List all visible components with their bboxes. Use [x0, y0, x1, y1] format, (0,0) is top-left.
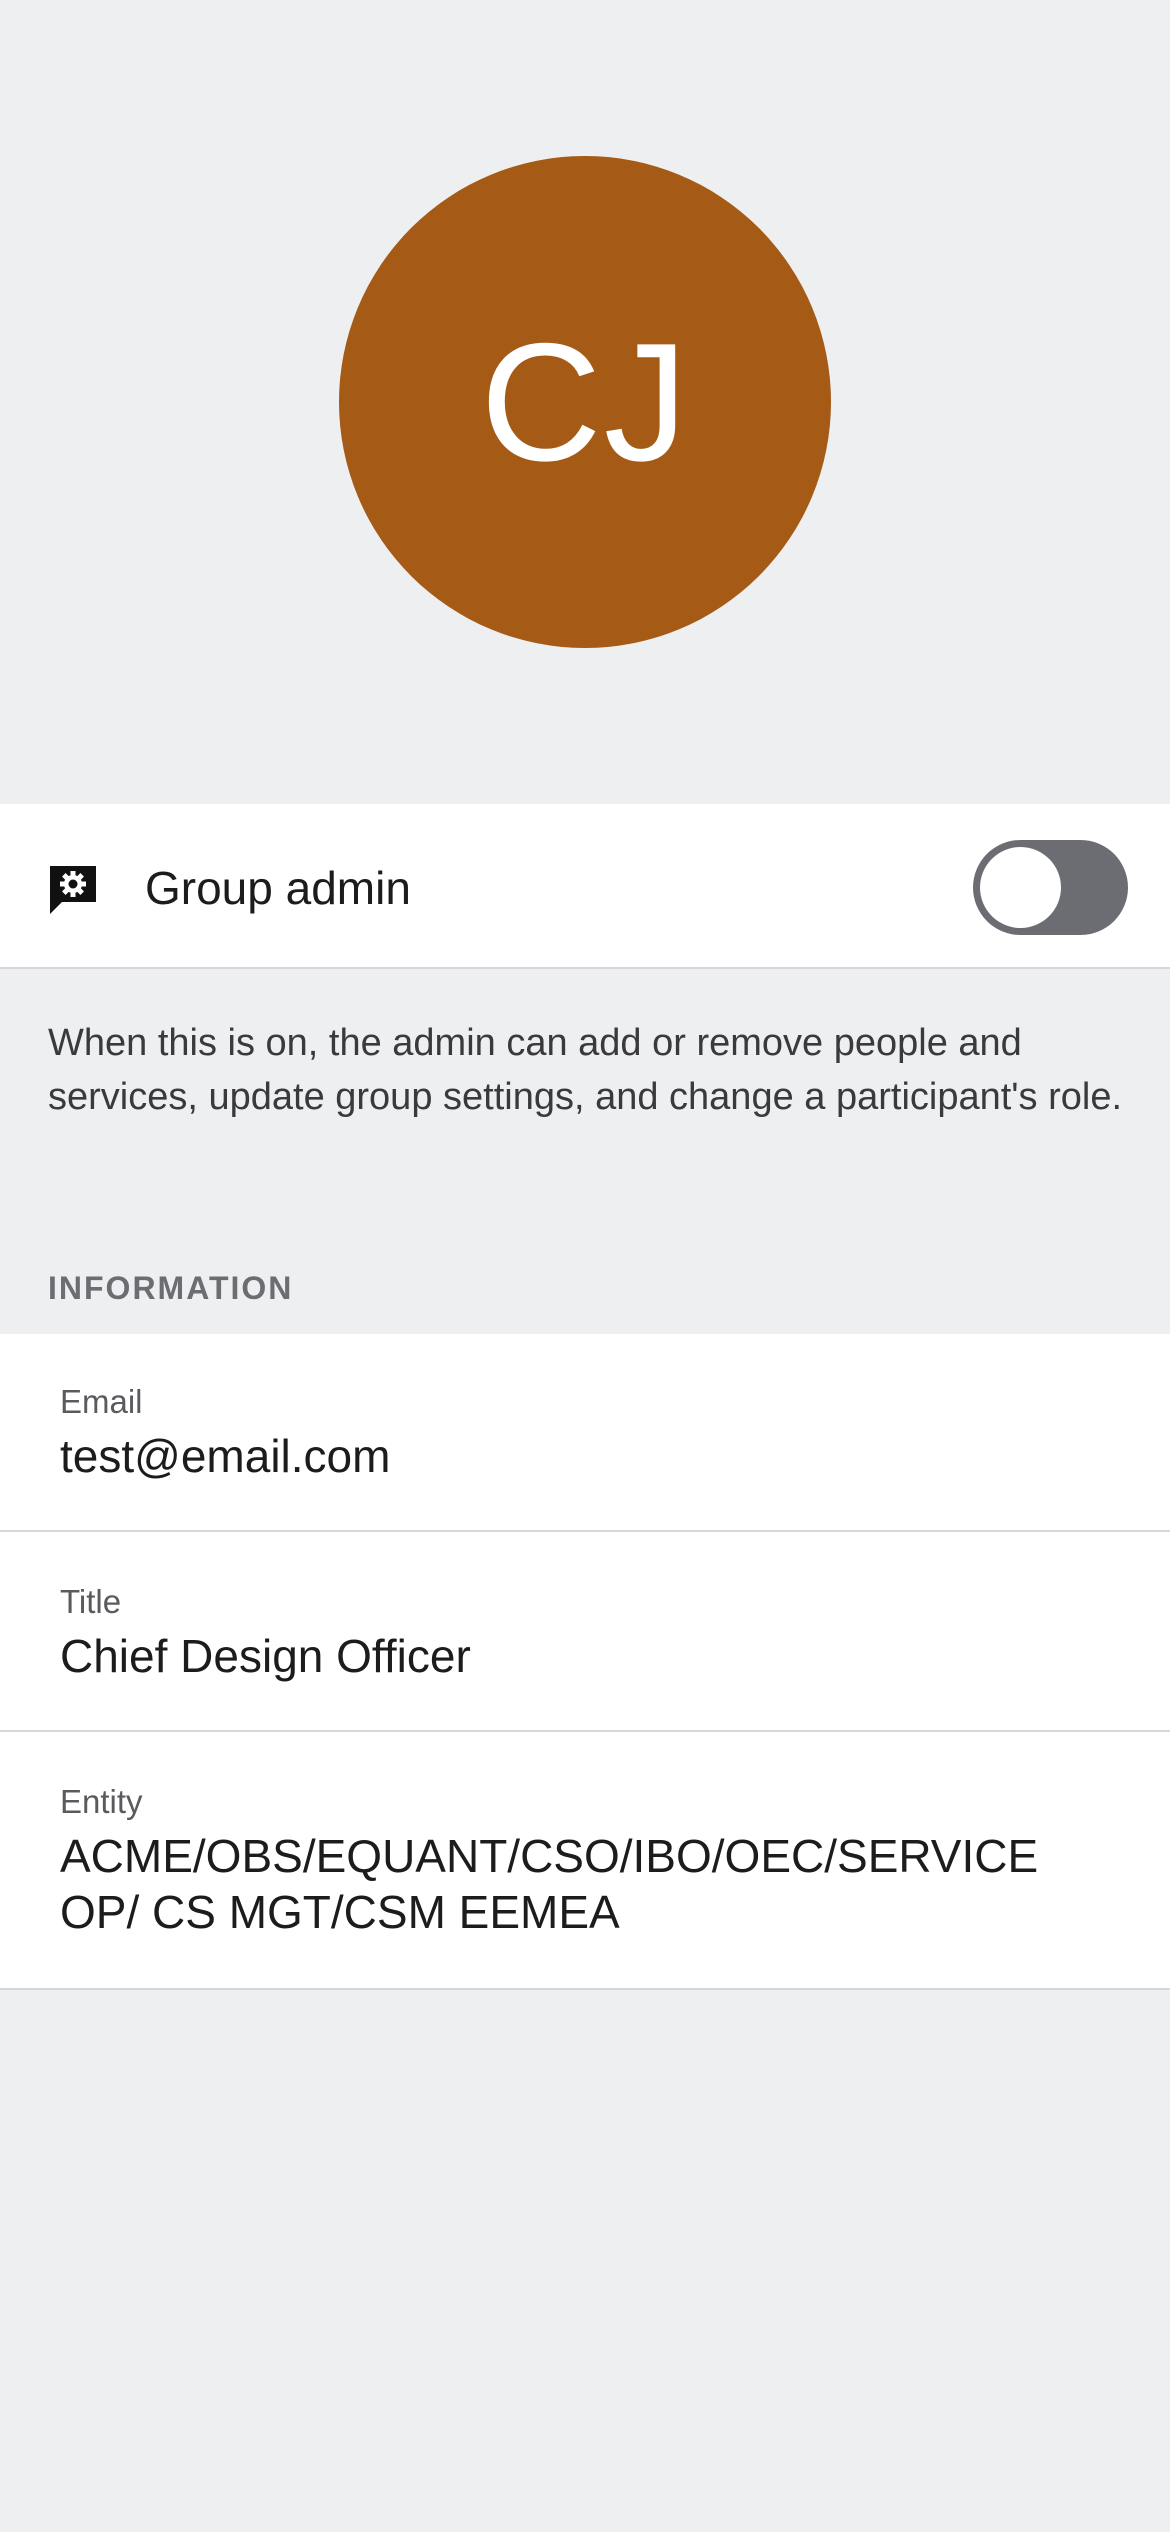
admin-badge-icon: [50, 866, 96, 914]
profile-header: CJ: [0, 0, 1170, 804]
group-admin-toggle[interactable]: [973, 840, 1128, 935]
entity-label: Entity: [60, 1783, 143, 1820]
avatar: CJ: [339, 156, 831, 648]
information-section-header: INFORMATION: [48, 1270, 294, 1306]
email-value: test@email.com: [60, 1430, 391, 1482]
group-admin-label: Group admin: [145, 862, 411, 914]
toggle-knob: [980, 847, 1061, 928]
title-label: Title: [60, 1583, 122, 1620]
email-label: Email: [60, 1383, 143, 1420]
avatar-initials: CJ: [480, 308, 690, 496]
group-admin-description: When this is on, the admin can add or re…: [48, 1022, 1123, 1118]
entity-value: ACME/OBS/EQUANT/CSO/IBO/OEC/SERVICE OP/ …: [60, 1830, 1039, 1938]
title-value: Chief Design Officer: [60, 1630, 471, 1682]
